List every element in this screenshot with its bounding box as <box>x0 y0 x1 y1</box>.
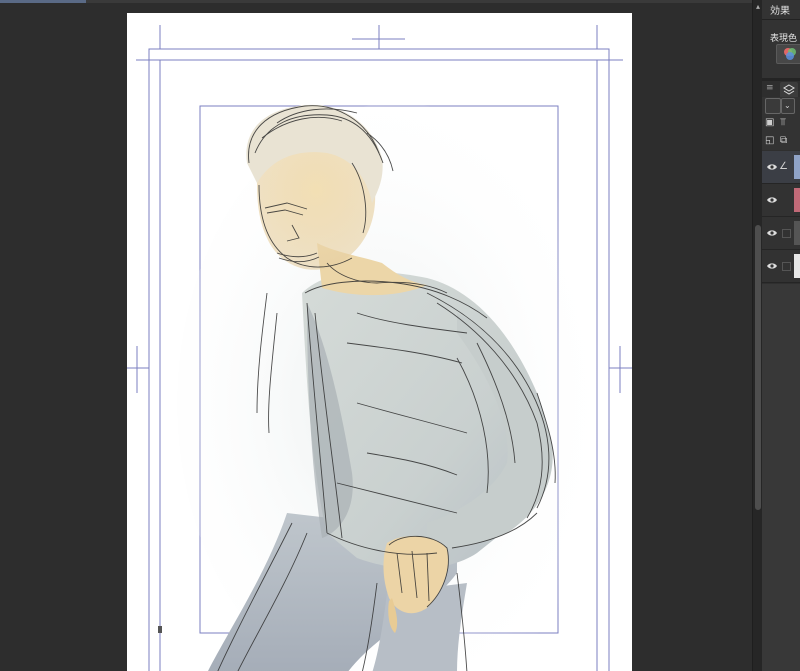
canvas-paper[interactable] <box>127 13 632 671</box>
layer-toolbar-row-2: ▣ ⫪ <box>762 116 800 132</box>
layer-row[interactable] <box>762 250 800 283</box>
layer-thumbnail[interactable] <box>794 188 800 212</box>
layer-lock-checkbox[interactable] <box>782 229 791 238</box>
scroll-up-arrow-icon[interactable]: ▴ <box>754 2 762 12</box>
panel-empty-area <box>762 284 800 671</box>
eye-icon[interactable] <box>766 261 778 271</box>
layer-thumbnail[interactable] <box>794 221 800 245</box>
layer-row[interactable]: ∠ <box>762 151 800 184</box>
tab-layer[interactable] <box>780 82 798 97</box>
layer-thumbnail[interactable] <box>794 155 800 179</box>
canvas-area[interactable] <box>0 0 752 671</box>
layer-toolbar-row-3: ◱ ⧉ <box>762 134 800 150</box>
layer-row[interactable] <box>762 217 800 250</box>
copy-layer-icon[interactable]: ▣ <box>765 117 774 129</box>
color-wheel-icon <box>784 48 796 60</box>
layer-row[interactable] <box>762 184 800 217</box>
document-tab-indicator[interactable] <box>0 0 86 3</box>
new-layer-icon[interactable]: ◱ <box>765 135 774 147</box>
frame-icon[interactable] <box>765 98 781 114</box>
layer-thumbnail[interactable] <box>794 254 800 278</box>
layer-stack-icon <box>783 84 795 95</box>
sketch-illustration <box>158 103 617 671</box>
vector-pen-icon: ∠ <box>779 161 788 172</box>
layer-list: ∠ <box>762 150 800 284</box>
menu-icon[interactable]: ≡ <box>766 83 774 93</box>
layer-lock-checkbox[interactable] <box>782 262 791 271</box>
tab-strip <box>86 0 752 3</box>
expression-color-button[interactable] <box>776 44 800 64</box>
layer-toolbar-row-1: ⌄ <box>762 98 800 114</box>
clip-icon[interactable]: ⫪ <box>780 117 786 129</box>
eye-icon[interactable] <box>766 228 778 238</box>
new-folder-icon[interactable]: ⧉ <box>780 135 787 147</box>
layer-properties-panel: 効果 表現色 ≡ ⌄ ▣ ⫪ ◱ ⧉ ∠ <box>762 0 800 671</box>
expression-color-label: 表現色 <box>770 34 798 44</box>
effect-panel-title: 効果 <box>770 6 790 17</box>
dropdown-icon[interactable]: ⌄ <box>781 98 795 114</box>
eye-icon[interactable] <box>766 162 778 172</box>
panel-divider <box>762 19 800 20</box>
eye-icon[interactable] <box>766 195 778 205</box>
scrollbar-thumb[interactable] <box>755 225 761 510</box>
